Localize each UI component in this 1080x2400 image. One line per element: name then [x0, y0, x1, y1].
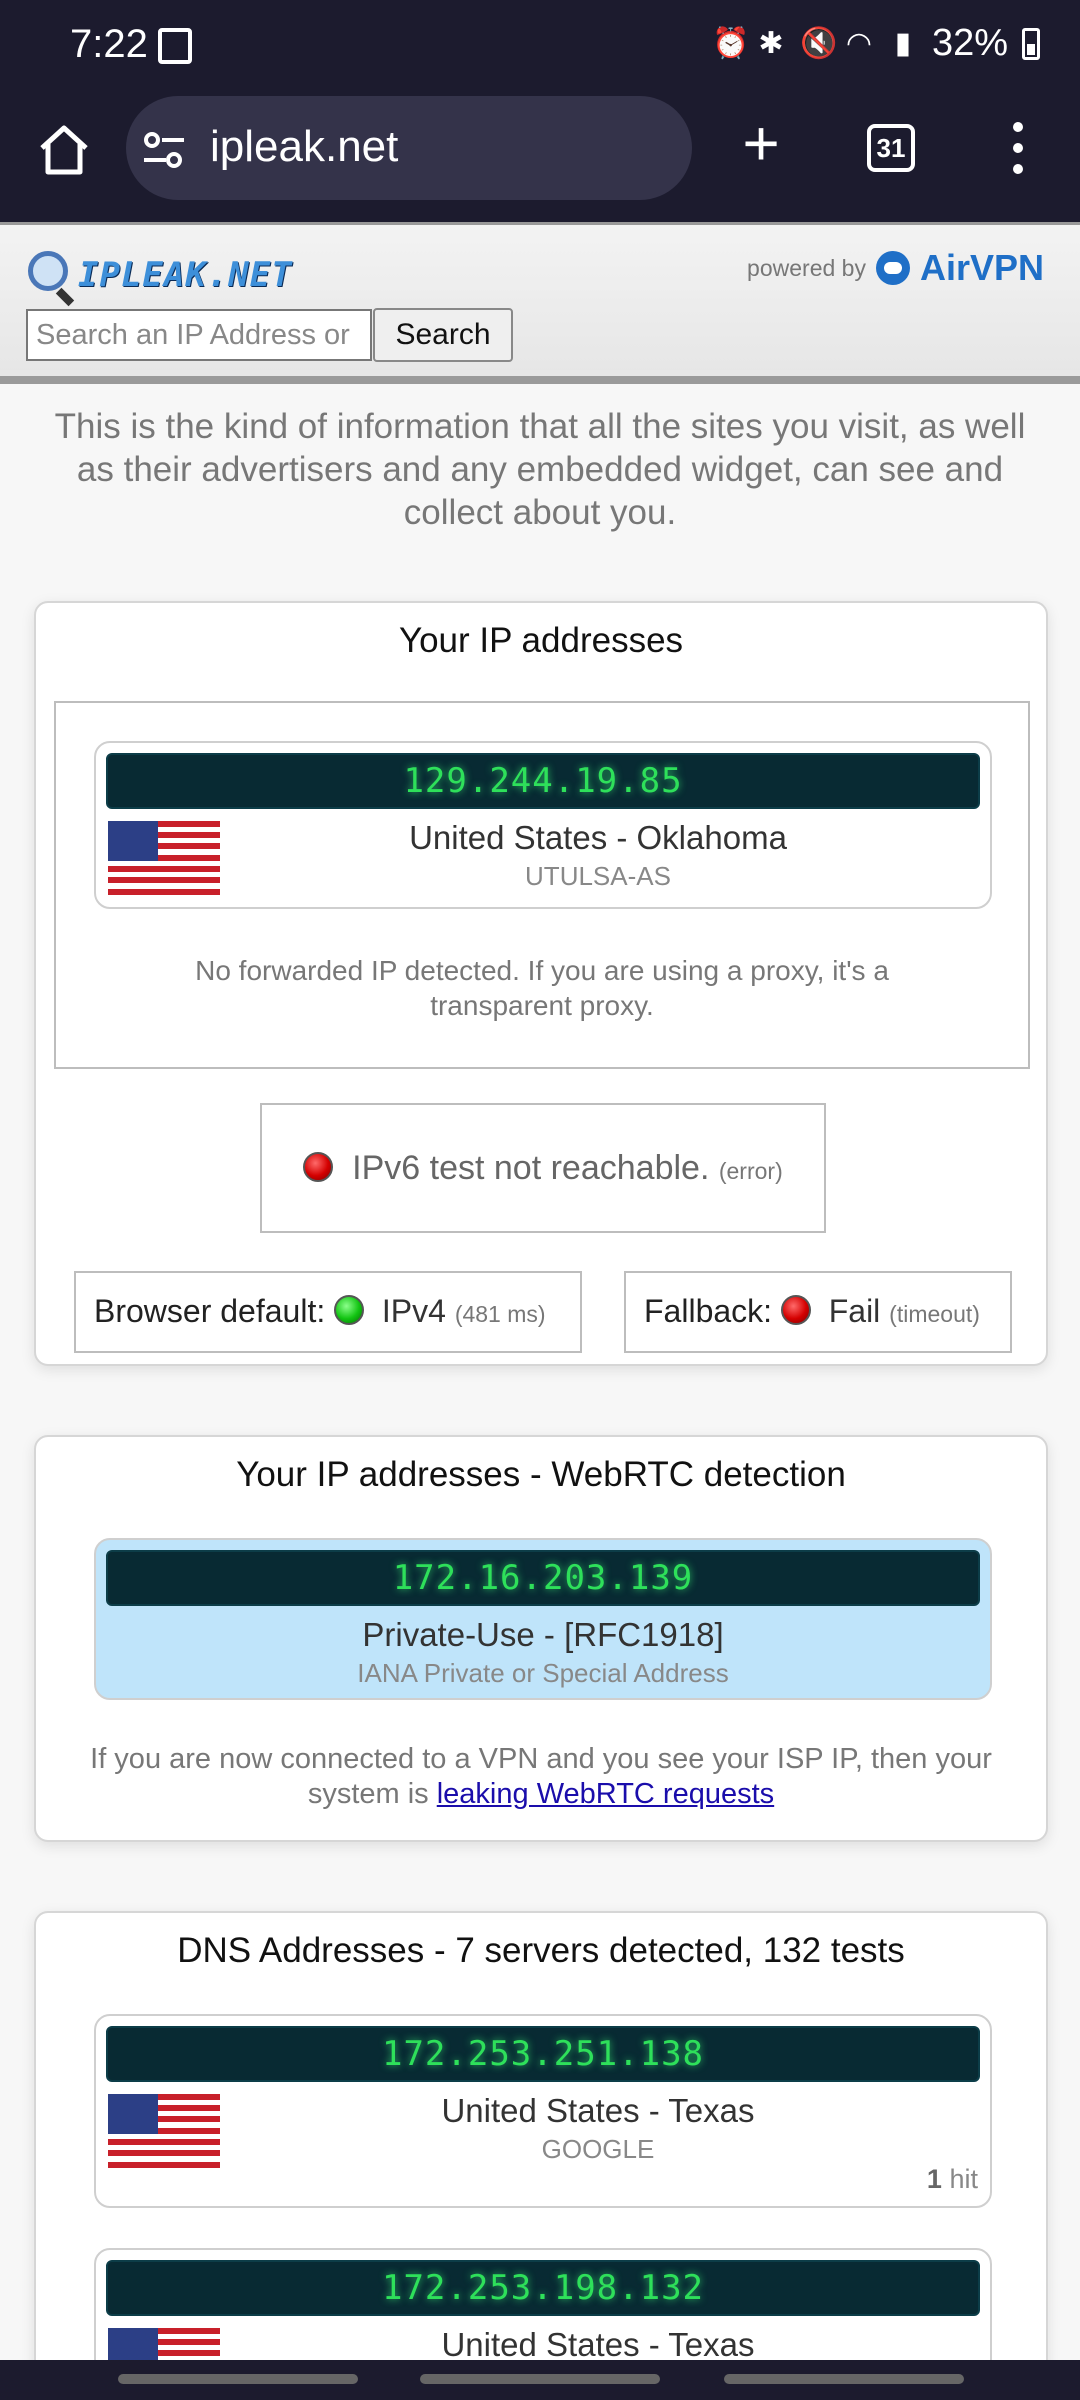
webrtc-leak-link[interactable]: leaking WebRTC requests: [437, 1778, 774, 1810]
alarm-icon: ⏰: [711, 26, 750, 60]
powered-by-label: powered by: [747, 254, 866, 281]
site-header: IPLEAK.NET powered by AirVPN Search: [0, 222, 1080, 384]
ipv6-test-box: IPv6 test not reachable. (error): [260, 1103, 826, 1233]
dns-section-title: DNS Addresses - 7 servers detected, 132 …: [177, 1931, 905, 1970]
browser-default-value: IPv4: [381, 1293, 446, 1329]
hit-count-label: hit: [949, 2164, 978, 2194]
ipv6-status-note: (error): [718, 1158, 783, 1184]
ip-isp: GOOGLE: [541, 2134, 655, 2164]
browser-default-box: Browser default: IPv4 (481 ms): [74, 1271, 582, 1353]
new-tab-icon[interactable]: +: [736, 111, 786, 175]
ip-display: 129.244.19.85: [106, 753, 980, 809]
browser-default-label: Browser default:: [94, 1293, 326, 1329]
ip-result-card: 129.244.19.85 United States - Oklahoma U…: [94, 741, 992, 909]
fallback-note: (timeout): [889, 1301, 980, 1327]
nav-back-handle[interactable]: [724, 2374, 964, 2384]
ip-section-title: Your IP addresses: [398, 621, 684, 660]
status-bar: 7:22 ⏰ ✱ 🔇 ◠ ▮ 32%: [0, 0, 1080, 92]
screenshot-icon: [158, 28, 192, 64]
bluetooth-icon: ✱: [758, 26, 784, 60]
ip-display: 172.253.198.132: [106, 2260, 980, 2316]
ip-location: Private-Use - [RFC1918]: [362, 1616, 724, 1653]
hit-count-number: 1: [926, 2164, 942, 2194]
powered-by[interactable]: powered by AirVPN: [747, 247, 1044, 289]
url-text[interactable]: ipleak.net: [210, 122, 398, 172]
status-time: 7:22: [70, 22, 148, 66]
webrtc-card: Your IP addresses - WebRTC detection 172…: [34, 1435, 1048, 1842]
ipleak-logo[interactable]: IPLEAK.NET: [28, 251, 318, 297]
logo-text: IPLEAK.NET: [78, 255, 293, 295]
ip-value[interactable]: 129.244.19.85: [108, 755, 978, 807]
ip-value[interactable]: 172.16.203.139: [108, 1552, 978, 1604]
ip-display: 172.253.251.138: [106, 2026, 980, 2082]
ip-info-box: 129.244.19.85 United States - Oklahoma U…: [54, 701, 1030, 1069]
ip-location: United States - Oklahoma: [409, 819, 787, 856]
site-settings-icon[interactable]: [142, 130, 186, 170]
browser-default-time: (481 ms): [454, 1301, 546, 1327]
tab-switcher-button[interactable]: 31: [867, 124, 915, 172]
airvpn-brand: AirVPN: [919, 247, 1044, 288]
nav-recents-handle[interactable]: [118, 2374, 358, 2384]
webrtc-section-title: Your IP addresses - WebRTC detection: [236, 1455, 846, 1494]
ipv6-status-text: IPv6 test not reachable.: [352, 1149, 710, 1187]
green-status-icon: [334, 1295, 365, 1325]
mute-icon: 🔇: [799, 26, 838, 60]
dns-card: DNS Addresses - 7 servers detected, 132 …: [34, 1911, 1048, 2400]
home-icon[interactable]: [34, 120, 94, 180]
intro-text: This is the kind of information that all…: [54, 407, 1026, 532]
ip-display: 172.16.203.139: [106, 1550, 980, 1606]
magnifier-icon: [28, 251, 68, 291]
red-status-icon: [780, 1295, 811, 1325]
forwarded-ip-note: No forwarded IP detected. If you are usi…: [195, 955, 889, 1021]
nav-home-handle[interactable]: [420, 2374, 660, 2384]
ip-value[interactable]: 172.253.251.138: [108, 2028, 978, 2080]
ip-addresses-card: Your IP addresses 129.244.19.85 United S…: [34, 601, 1048, 1366]
ip-isp: UTULSA-AS: [525, 861, 671, 891]
red-status-icon: [303, 1152, 334, 1182]
signal-icon: ▮: [894, 26, 912, 60]
ip-value[interactable]: 172.253.198.132: [108, 2262, 978, 2314]
more-options-icon[interactable]: [1010, 122, 1026, 176]
search-button[interactable]: Search: [373, 308, 513, 362]
fallback-label: Fallback:: [644, 1293, 773, 1329]
battery-icon: [1022, 27, 1040, 60]
hit-count: 1 hit: [927, 2164, 978, 2195]
search-input[interactable]: [26, 309, 372, 361]
fallback-value: Fail: [828, 1293, 881, 1329]
webrtc-note: If you are now connected to a VPN and yo…: [36, 1742, 1046, 1812]
browser-toolbar: ipleak.net + 31: [0, 92, 1080, 222]
battery-percent: 32%: [931, 22, 1008, 64]
ip-location: United States - Texas: [441, 2326, 755, 2363]
ip-isp: IANA Private or Special Address: [357, 1658, 729, 1688]
system-navigation-bar: [0, 2360, 1080, 2400]
ip-location: United States - Texas: [441, 2092, 755, 2129]
airvpn-logo-icon: [875, 251, 910, 285]
dns-result-card: 172.253.251.138 United States - Texas GO…: [94, 2014, 992, 2208]
status-icons: ⏰ ✱ 🔇 ◠ ▮ 32%: [712, 22, 1040, 65]
fallback-box: Fallback: Fail (timeout): [624, 1271, 1012, 1353]
webrtc-result-card: 172.16.203.139 Private-Use - [RFC1918] I…: [94, 1538, 992, 1700]
wifi-icon: ◠: [845, 26, 873, 60]
